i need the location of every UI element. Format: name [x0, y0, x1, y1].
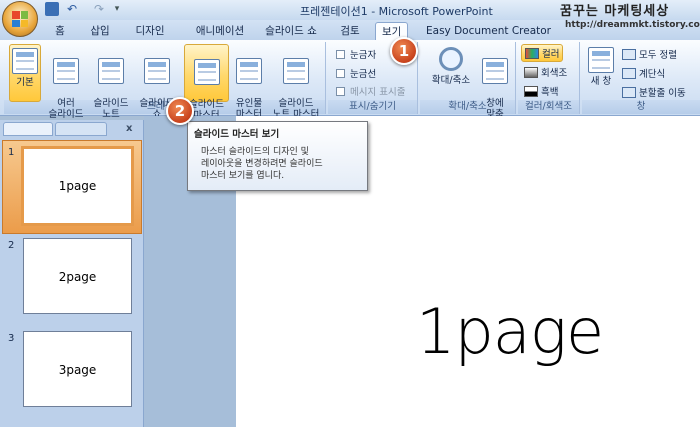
move-split-button[interactable]: 분할줄 이동 — [622, 85, 686, 99]
tab-design[interactable]: 디자인 — [130, 22, 170, 40]
arrange-all-label: 모두 정렬 — [639, 50, 677, 61]
panel-close-icon[interactable]: x — [126, 123, 132, 134]
slide-master-icon — [193, 59, 220, 85]
office-button[interactable] — [2, 1, 38, 37]
undo-icon[interactable]: ↶ — [65, 2, 79, 16]
slide-sorter-button[interactable]: 여러 슬라이드 — [44, 44, 88, 120]
move-split-icon — [622, 87, 636, 98]
save-icon[interactable] — [45, 2, 59, 16]
slide-sorter-label: 여러 슬라이드 — [48, 98, 84, 120]
tab-insert[interactable]: 삽입 — [85, 22, 115, 40]
checkbox-box — [336, 50, 345, 59]
slide-thumbnail-1[interactable]: 1page — [21, 146, 134, 226]
color-swatch-icon — [525, 48, 539, 59]
gridlines-checkbox[interactable]: 눈금선 — [336, 66, 376, 80]
slide-master-button[interactable]: 슬라이드 마스터 — [184, 44, 229, 121]
fit-window-icon — [482, 58, 508, 84]
tooltip-title: 슬라이드 마스터 보기 — [194, 129, 280, 140]
message-bar-checkbox: 메시지 표시줄 — [336, 84, 405, 98]
tab-review[interactable]: 검토 — [338, 22, 362, 40]
new-window-icon — [588, 47, 614, 73]
grayscale-button[interactable]: 회색조 — [524, 65, 567, 79]
arrange-all-icon — [622, 49, 636, 60]
slide-thumbnail-2[interactable]: 2page — [23, 238, 132, 314]
group-label: 표시/숨기기 — [328, 100, 417, 114]
cascade-button[interactable]: 계단식 — [622, 66, 665, 80]
slide-title-text[interactable]: 1page — [416, 295, 604, 368]
handout-master-button[interactable]: 유인물 마스터 — [229, 44, 269, 120]
fit-to-window-button[interactable]: 창에 맞춤 — [478, 44, 512, 120]
watermark-text: 꿈꾸는 마케팅세상 — [560, 4, 670, 19]
zoom-button[interactable]: 확대/축소 — [426, 44, 476, 86]
normal-view-label: 기본 — [16, 77, 34, 88]
notes-master-button[interactable]: 슬라이드 노트 마스터 — [268, 44, 324, 120]
magnifier-icon — [439, 47, 463, 71]
watermark-url: http://dreammkt.tistory.com — [565, 20, 700, 30]
slides-tab[interactable] — [3, 122, 53, 136]
color-label: 컬러 — [542, 49, 560, 60]
window-title: 프레젠테이션1 - Microsoft PowerPoint — [300, 5, 493, 18]
tab-animation[interactable]: 애니메이션 — [188, 22, 252, 40]
slide-show-icon — [144, 58, 170, 84]
outline-tab[interactable] — [55, 122, 107, 136]
notes-page-label: 슬라이드 노트 — [93, 98, 129, 120]
arrange-all-button[interactable]: 모두 정렬 — [622, 47, 677, 61]
slide-number: 3 — [8, 333, 15, 344]
ruler-label: 눈금자 — [350, 50, 377, 61]
notes-master-icon — [283, 58, 309, 84]
new-window-label: 새 창 — [590, 76, 612, 87]
gridlines-label: 눈금선 — [350, 69, 377, 80]
group-label: 창 — [582, 100, 700, 114]
normal-view-icon — [12, 48, 38, 74]
office-logo-icon — [12, 11, 28, 27]
slide-number: 1 — [8, 147, 15, 158]
tab-slideshow[interactable]: 슬라이드 쇼 — [262, 22, 320, 40]
slide-thumbnail-3[interactable]: 3page — [23, 331, 132, 407]
tab-home[interactable]: 홈 — [52, 22, 68, 40]
ruler-checkbox[interactable]: 눈금자 — [336, 47, 376, 61]
slide-master-tooltip: 슬라이드 마스터 보기 마스터 슬라이드의 디자인 및 레이아웃을 변경하려면 … — [187, 121, 368, 191]
checkbox-box — [336, 87, 345, 96]
grayscale-swatch-icon — [524, 67, 538, 78]
move-split-label: 분할줄 이동 — [639, 88, 686, 99]
group-label: 컬러/회색조 — [518, 100, 579, 114]
black-white-swatch-icon — [524, 86, 538, 97]
redo-icon[interactable]: ↷ — [92, 2, 106, 16]
step-marker-1: 1 — [390, 37, 418, 65]
slide-sorter-icon — [53, 58, 79, 84]
grayscale-label: 회색조 — [541, 68, 568, 79]
black-white-button[interactable]: 흑백 — [524, 84, 558, 98]
cascade-label: 계단식 — [639, 69, 666, 80]
checkbox-box — [336, 69, 345, 78]
slide-number: 2 — [8, 240, 15, 251]
customize-qat-icon[interactable]: ▾ — [110, 2, 124, 16]
message-bar-label: 메시지 표시줄 — [350, 87, 406, 98]
tab-easy-document-creator[interactable]: Easy Document Creator — [426, 22, 551, 40]
normal-view-button[interactable]: 기본 — [9, 44, 41, 102]
zoom-label: 확대/축소 — [431, 75, 471, 86]
tooltip-body: 마스터 슬라이드의 디자인 및 레이아웃을 변경하려면 슬라이드 마스터 보기를… — [201, 147, 323, 181]
black-white-label: 흑백 — [541, 87, 559, 98]
handout-master-icon — [236, 58, 262, 84]
new-window-button[interactable]: 새 창 — [586, 44, 616, 87]
notes-page-icon — [98, 58, 124, 84]
notes-page-button[interactable]: 슬라이드 노트 — [88, 44, 134, 120]
color-button[interactable]: 컬러 — [521, 44, 564, 62]
step-marker-2: 2 — [166, 97, 194, 125]
cascade-icon — [622, 68, 636, 79]
